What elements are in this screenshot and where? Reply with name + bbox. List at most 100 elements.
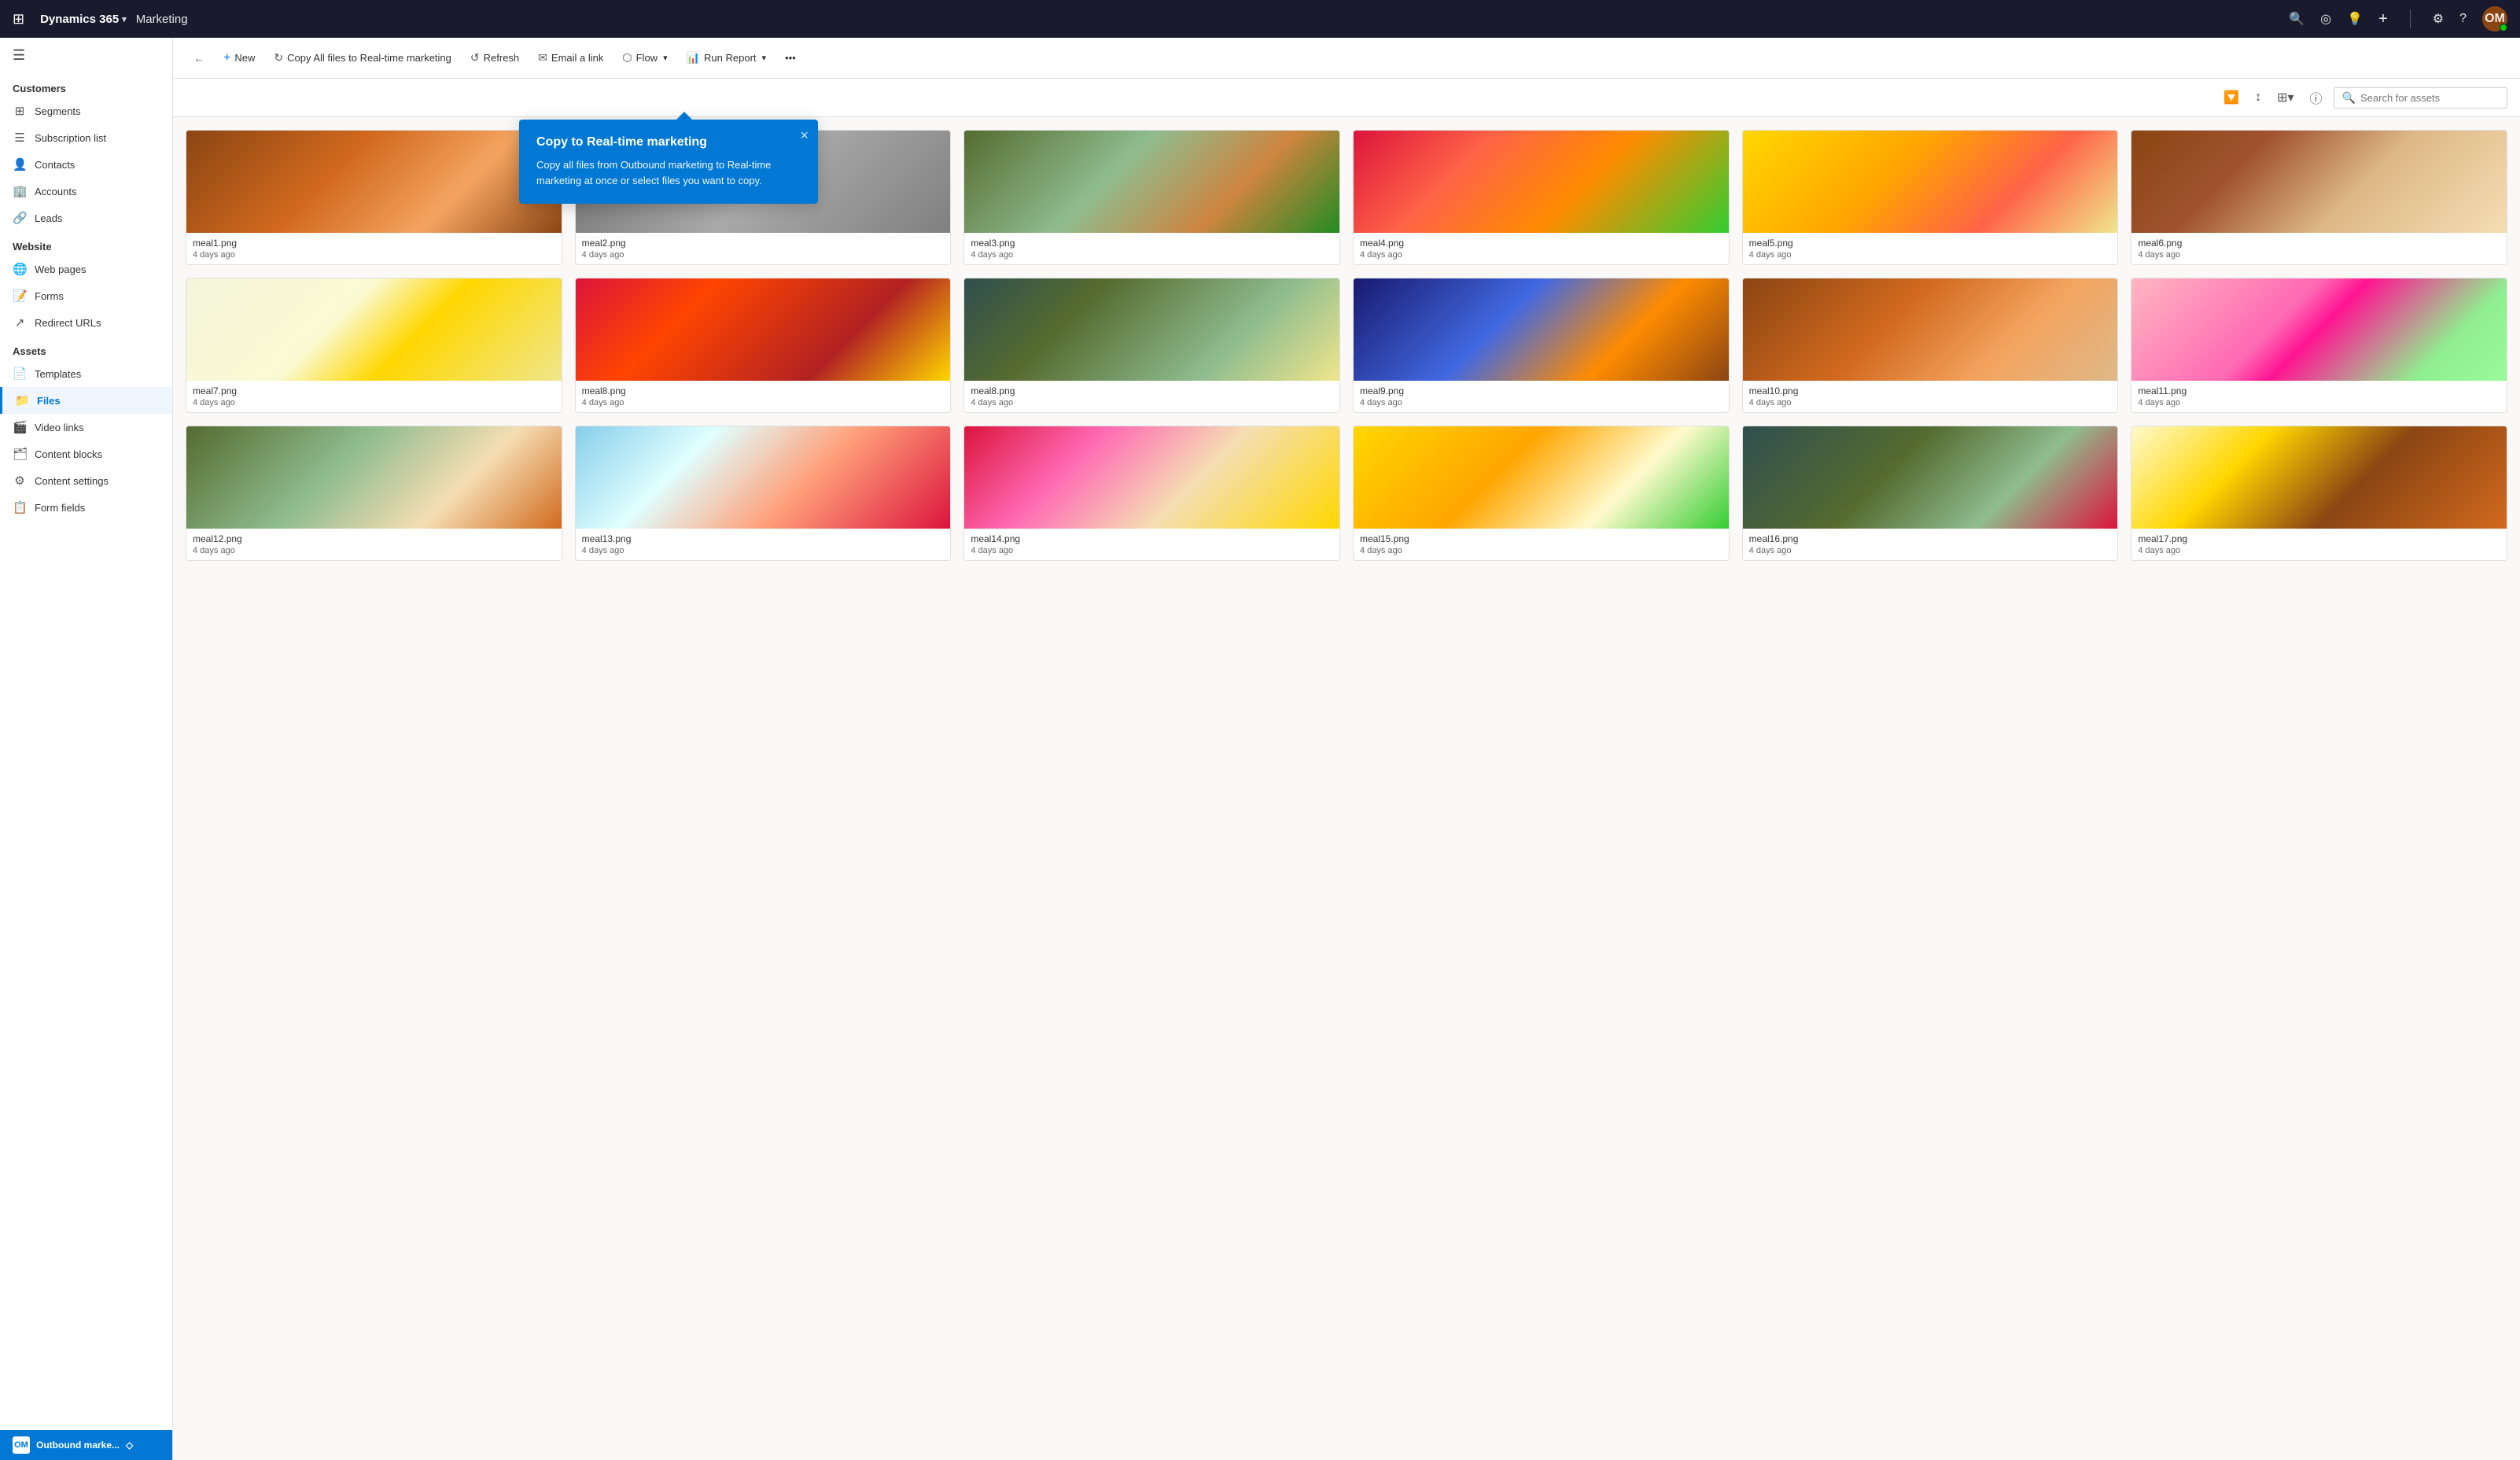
file-card-meal8b[interactable]: meal8.png 4 days ago (963, 278, 1340, 413)
popup-close-button[interactable]: × (800, 127, 809, 144)
accounts-icon: 🏢 (13, 184, 27, 198)
info-button[interactable]: ⓘ (2305, 85, 2327, 110)
brand-label[interactable]: Dynamics 365 ▾ (40, 13, 127, 26)
refresh-button[interactable]: ↺ Refresh (462, 46, 527, 69)
file-date: 4 days ago (1360, 546, 1722, 555)
file-card-meal5[interactable]: meal5.png4 days ago (1742, 130, 2119, 265)
target-icon[interactable]: ◎ (2320, 11, 2331, 27)
file-date: 4 days ago (971, 250, 1333, 260)
settings-icon[interactable]: ⚙ (2433, 11, 2444, 27)
file-card-meal12[interactable]: meal12.png4 days ago (186, 426, 562, 561)
view-toggle-button[interactable]: ⊞▾ (2272, 87, 2298, 109)
file-card-meal16[interactable]: meal16.png4 days ago (1742, 426, 2119, 561)
avatar[interactable]: OM (2482, 6, 2507, 31)
file-name: meal8.png (971, 385, 1333, 396)
more-icon: ••• (785, 52, 796, 64)
waffle-icon[interactable]: ⊞ (13, 11, 24, 28)
file-thumbnail (576, 426, 951, 529)
copy-icon: ↻ (274, 51, 283, 65)
file-thumbnail (1354, 278, 1729, 381)
file-name: meal2.png (582, 238, 945, 249)
sidebar-label-content-blocks: Content blocks (35, 448, 102, 460)
refresh-icon: ↺ (470, 51, 480, 65)
file-thumbnail (2131, 278, 2507, 381)
sidebar-item-accounts[interactable]: 🏢 Accounts (0, 178, 172, 205)
file-date: 4 days ago (582, 546, 945, 555)
flow-button[interactable]: ⬡ Flow (614, 46, 675, 69)
copy-all-files-label: Copy All files to Real-time marketing (287, 52, 451, 64)
file-card-meal1[interactable]: meal1.png4 days ago (186, 130, 562, 265)
new-button[interactable]: + New (216, 46, 263, 70)
more-options-button[interactable]: ••• (777, 47, 804, 68)
file-date: 4 days ago (971, 398, 1333, 407)
main-toolbar: ← + New ↻ Copy All files to Real-time ma… (173, 38, 2520, 79)
search-input[interactable] (2360, 92, 2499, 104)
bulb-icon[interactable]: 💡 (2347, 11, 2363, 27)
sidebar-item-templates[interactable]: 📄 Templates (0, 360, 172, 387)
sidebar-label-templates: Templates (35, 368, 81, 380)
add-icon[interactable]: + (2378, 10, 2388, 28)
outbound-marketing-switcher[interactable]: OM Outbound marke... ◇ (0, 1430, 172, 1460)
file-card-meal14[interactable]: meal14.png4 days ago (963, 426, 1340, 561)
copy-all-files-button[interactable]: ↻ Copy All files to Real-time marketing (266, 46, 459, 69)
filter-button[interactable]: 🔽 (2219, 87, 2244, 109)
sidebar-item-content-blocks[interactable]: 🗂 Content blocks (0, 441, 172, 467)
form-fields-icon: 📋 (13, 500, 27, 514)
file-date: 4 days ago (1749, 546, 2112, 555)
section-label-customers: Customers (0, 73, 172, 98)
sidebar-item-video-links[interactable]: 🎬 Video links (0, 414, 172, 441)
sort-button[interactable]: ↕ (2250, 87, 2266, 108)
sidebar-hamburger-icon[interactable]: ☰ (13, 47, 25, 64)
file-thumbnail (186, 278, 562, 381)
sidebar: ☰ Customers ⊞ Segments ☰ Subscription li… (0, 38, 173, 1460)
new-icon: + (223, 51, 230, 65)
file-thumbnail (1354, 426, 1729, 529)
content-wrapper: × Copy to Real-time marketing Copy all f… (173, 79, 2520, 1460)
file-name: meal15.png (1360, 533, 1722, 544)
file-name: meal17.png (2138, 533, 2500, 544)
sidebar-item-segments[interactable]: ⊞ Segments (0, 98, 172, 124)
file-card-meal4[interactable]: meal4.png4 days ago (1353, 130, 1730, 265)
subscription-icon: ☰ (13, 131, 27, 145)
sidebar-item-subscription-list[interactable]: ☰ Subscription list (0, 124, 172, 151)
file-card-meal8a[interactable]: meal8.png4 days ago (575, 278, 952, 413)
file-thumbnail (576, 278, 951, 381)
sidebar-label-redirect-urls: Redirect URLs (35, 317, 101, 329)
outbound-label: Outbound marke... (36, 1440, 120, 1451)
sidebar-item-forms[interactable]: 📝 Forms (0, 282, 172, 309)
file-card-meal17[interactable]: meal17.png 4 days ago (2131, 426, 2507, 561)
file-date: 4 days ago (2138, 398, 2500, 407)
file-date: 4 days ago (2138, 546, 2500, 555)
file-card-meal7[interactable]: meal7.png4 days ago (186, 278, 562, 413)
email-link-button[interactable]: ✉ Email a link (530, 46, 611, 69)
sidebar-item-content-settings[interactable]: ⚙ Content settings (0, 467, 172, 494)
outbound-icon: OM (13, 1436, 30, 1454)
file-card-meal6[interactable]: meal6.png4 days ago (2131, 130, 2507, 265)
file-card-meal10[interactable]: meal10.png4 days ago (1742, 278, 2119, 413)
file-thumbnail (186, 426, 562, 529)
sidebar-item-web-pages[interactable]: 🌐 Web pages (0, 256, 172, 282)
files-icon: 📁 (15, 393, 29, 407)
run-report-button[interactable]: 📊 Run Report (679, 46, 774, 69)
file-card-meal11[interactable]: meal11.png4 days ago (2131, 278, 2507, 413)
help-icon[interactable]: ? (2459, 12, 2467, 26)
back-button[interactable]: ← (186, 47, 212, 69)
sidebar-item-form-fields[interactable]: 📋 Form fields (0, 494, 172, 521)
redirect-urls-icon: ↗ (13, 315, 27, 330)
file-name: meal13.png (582, 533, 945, 544)
file-card-meal9[interactable]: meal9.png4 days ago (1353, 278, 1730, 413)
file-card-meal15[interactable]: meal15.png 4 days ago (1353, 426, 1730, 561)
search-icon[interactable]: 🔍 (2289, 11, 2304, 27)
file-thumbnail (1743, 131, 2118, 233)
file-date: 4 days ago (1749, 398, 2112, 407)
sidebar-item-redirect-urls[interactable]: ↗ Redirect URLs (0, 309, 172, 336)
sidebar-label-contacts: Contacts (35, 159, 75, 171)
sidebar-item-leads[interactable]: 🔗 Leads (0, 205, 172, 231)
file-name: meal8.png (582, 385, 945, 396)
app-label: Marketing (136, 13, 188, 26)
file-date: 4 days ago (582, 250, 945, 260)
file-card-meal13[interactable]: meal13.png 4 days ago (575, 426, 952, 561)
file-card-meal3[interactable]: meal3.png4 days ago (963, 130, 1340, 265)
sidebar-item-files[interactable]: 📁 Files (0, 387, 172, 414)
sidebar-item-contacts[interactable]: 👤 Contacts (0, 151, 172, 178)
